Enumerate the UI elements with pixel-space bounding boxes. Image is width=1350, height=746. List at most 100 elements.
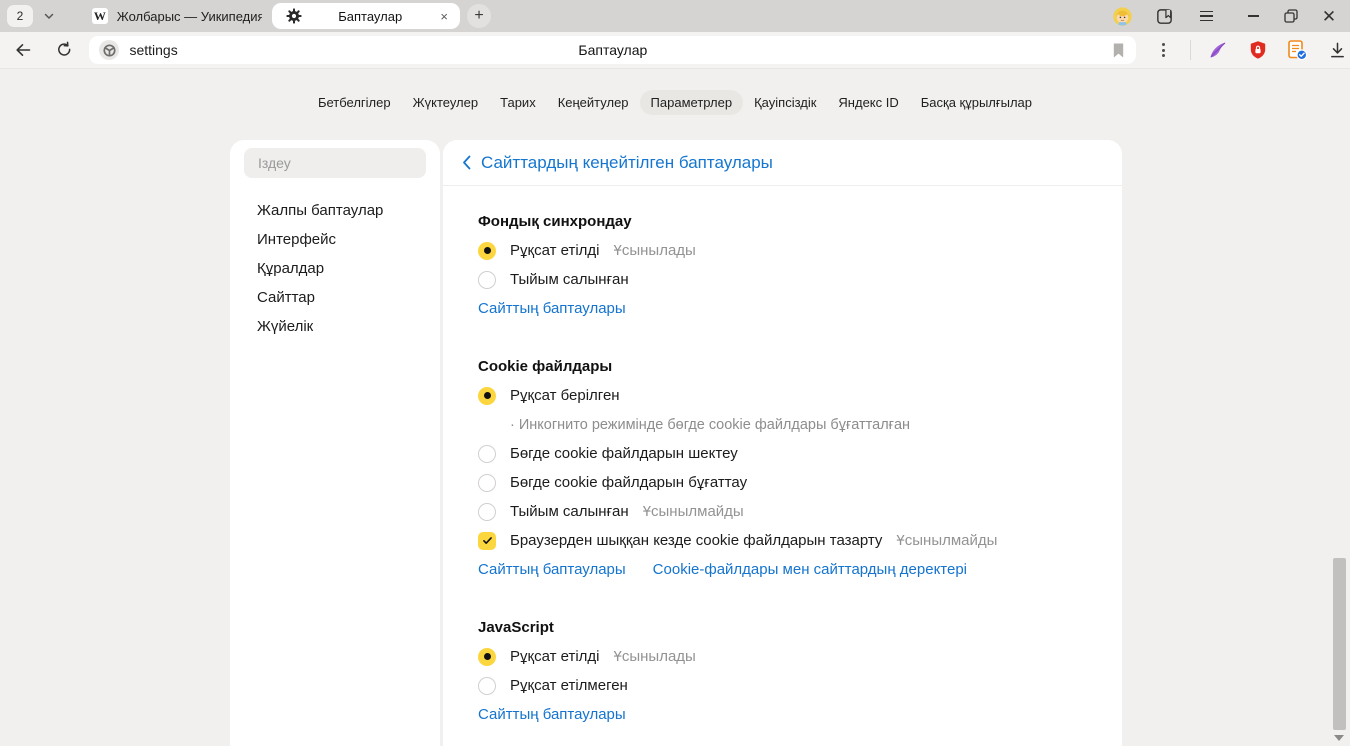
radio-cookies-allowed-checked[interactable]	[478, 387, 496, 405]
back-button[interactable]	[8, 36, 38, 64]
radio-allowed-checked[interactable]	[478, 242, 496, 260]
search-input[interactable]	[244, 148, 426, 178]
settings-sidebar: Жалпы баптаулар Интерфейс Құралдар Сайтт…	[230, 140, 440, 746]
nav-tab-other-devices[interactable]: Басқа құрылғылар	[910, 90, 1043, 115]
checkmark-icon	[481, 534, 494, 547]
address-bar[interactable]: settings Баптаулар	[89, 36, 1136, 64]
extension-document-check-icon[interactable]	[1284, 37, 1310, 63]
bookmark-flag-icon[interactable]	[1111, 42, 1126, 59]
incognito-note: · Инкогнито режимінде бөгде cookie файлд…	[510, 417, 910, 433]
scrollbar-down-arrow[interactable]	[1334, 735, 1344, 741]
radio-forbidden[interactable]	[478, 271, 496, 289]
site-settings-link[interactable]: Сайттың баптаулары	[478, 706, 626, 723]
profile-avatar[interactable]	[1110, 4, 1134, 28]
wikipedia-favicon: W	[92, 8, 108, 24]
nav-tab-security[interactable]: Қауіпсіздік	[743, 90, 827, 115]
toolbar-divider	[1190, 40, 1191, 60]
close-icon: ✕	[1322, 8, 1336, 25]
option-hint: Ұсынылмайды	[643, 503, 744, 520]
close-tab-icon[interactable]: ×	[438, 8, 450, 25]
arrow-left-icon	[13, 40, 33, 60]
sidebar-item-interface[interactable]: Интерфейс	[230, 225, 440, 254]
reload-icon	[55, 41, 74, 60]
window-titlebar: 2 W Жолбарыс — Уикипедия	[0, 0, 1350, 32]
option-label: Тыйым салынған	[510, 271, 629, 288]
tab-list-button[interactable]	[36, 5, 62, 27]
option-row: Рұқсат етілмеген	[478, 671, 1102, 700]
option-label: Бөгде cookie файлдарын бұғаттау	[510, 474, 747, 491]
window-minimize-button[interactable]	[1236, 2, 1270, 30]
radio-block-thirdparty[interactable]	[478, 474, 496, 492]
option-label: Рұқсат етілмеген	[510, 677, 628, 694]
menu-hamburger-icon[interactable]	[1194, 4, 1218, 28]
scrollbar-thumb[interactable]	[1333, 558, 1346, 730]
sidebar-item-tools[interactable]: Құралдар	[230, 254, 440, 283]
option-label: Рұқсат етілді	[510, 648, 600, 665]
chevron-down-icon	[42, 9, 56, 23]
section-title-background-sync: Фондық синхрондау	[478, 213, 632, 230]
cookies-site-data-link[interactable]: Cookie-файлдары мен сайттардың деректері	[653, 561, 967, 578]
option-row: Рұқсат берілген	[478, 381, 1102, 410]
section-title-cookies: Cookie файлдары	[478, 358, 612, 375]
option-row: Рұқсат етілді Ұсынылады	[478, 642, 1102, 671]
sidebar-item-sites[interactable]: Сайттар	[230, 283, 440, 312]
tab-settings-active[interactable]: Баптаулар ×	[272, 3, 460, 29]
chevron-left-icon	[462, 155, 471, 170]
option-hint: Ұсынылмайды	[896, 532, 997, 549]
extension-shield-lock-icon[interactable]	[1245, 37, 1271, 63]
page-section-title: Сайттардың кеңейтілген баптаулары	[481, 153, 773, 173]
option-row: Рұқсат етілді Ұсынылады	[478, 236, 1102, 265]
nav-tab-bookmarks[interactable]: Бетбелгілер	[307, 90, 402, 115]
back-header[interactable]: Сайттардың кеңейтілген баптаулары	[443, 140, 1122, 186]
nav-tab-extensions[interactable]: Кеңейтулер	[547, 90, 640, 115]
page-title: Баптаулар	[89, 42, 1136, 58]
minimize-icon	[1248, 15, 1259, 17]
downloads-icon[interactable]	[1324, 37, 1350, 63]
radio-js-allowed-checked[interactable]	[478, 648, 496, 666]
toolbar-kebab-menu[interactable]	[1150, 37, 1176, 63]
tabs-panel-icon[interactable]	[1152, 4, 1176, 28]
sidebar-item-general[interactable]: Жалпы баптаулар	[230, 196, 440, 225]
new-tab-button[interactable]: +	[467, 4, 491, 28]
kebab-icon	[1162, 43, 1165, 57]
nav-tab-history[interactable]: Тарих	[489, 90, 547, 115]
option-label: Браузерден шыққан кезде cookie файлдарын…	[510, 532, 882, 549]
window-close-button[interactable]: ✕	[1312, 2, 1346, 30]
tab-title: Жолбарыс — Уикипедия	[117, 9, 262, 24]
option-row: Браузерден шыққан кезде cookie файлдарын…	[478, 526, 1102, 555]
tab-wikipedia[interactable]: W Жолбарыс — Уикипедия	[92, 8, 262, 24]
option-label: Рұқсат берілген	[510, 387, 620, 404]
url-text[interactable]: settings	[129, 42, 177, 58]
site-settings-link[interactable]: Сайттың баптаулары	[478, 300, 626, 317]
browser-toolbar: settings Баптаулар	[0, 32, 1350, 69]
restore-icon	[1284, 9, 1298, 23]
option-row: Тыйым салынған Ұсынылмайды	[478, 497, 1102, 526]
hamburger-glyph	[1200, 11, 1213, 22]
option-row: Бөгде cookie файлдарын бұғаттау	[478, 468, 1102, 497]
settings-content: Сайттардың кеңейтілген баптаулары Фондық…	[443, 140, 1122, 746]
option-label: Рұқсат етілді	[510, 242, 600, 259]
tab-counter-badge[interactable]: 2	[7, 5, 33, 27]
window-restore-button[interactable]	[1274, 2, 1308, 30]
nav-tab-yandex-id[interactable]: Яндекс ID	[827, 90, 909, 115]
radio-js-not-allowed[interactable]	[478, 677, 496, 695]
reload-button[interactable]	[50, 36, 80, 64]
radio-cookies-forbidden[interactable]	[478, 503, 496, 521]
option-hint: Ұсынылады	[614, 242, 696, 259]
option-label: Бөгде cookie файлдарын шектеу	[510, 445, 738, 462]
tab-title: Баптаулар	[302, 9, 438, 24]
site-settings-link[interactable]: Сайттың баптаулары	[478, 561, 626, 578]
gear-icon	[286, 8, 302, 24]
section-title-javascript: JavaScript	[478, 619, 554, 636]
option-hint: Ұсынылады	[614, 648, 696, 665]
extension-feather-icon[interactable]	[1205, 37, 1231, 63]
sidebar-item-system[interactable]: Жүйелік	[230, 312, 440, 341]
settings-nav: Бетбелгілер Жүктеулер Тарих Кеңейтулер П…	[0, 90, 1350, 115]
checkbox-clear-cookies-on-exit-checked[interactable]	[478, 532, 496, 550]
nav-tab-downloads[interactable]: Жүктеулер	[402, 90, 490, 115]
option-label: Тыйым салынған	[510, 503, 629, 520]
radio-limit-thirdparty[interactable]	[478, 445, 496, 463]
nav-tab-settings[interactable]: Параметрлер	[640, 90, 744, 115]
option-row: Тыйым салынған	[478, 265, 1102, 294]
option-row: Бөгде cookie файлдарын шектеу	[478, 439, 1102, 468]
